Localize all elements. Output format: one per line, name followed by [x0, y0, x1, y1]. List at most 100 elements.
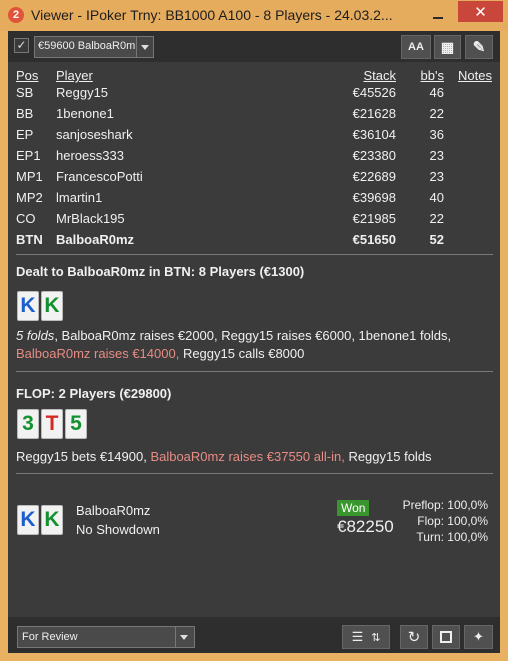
header-pos[interactable]: Pos — [16, 68, 38, 83]
won-amount: €82250 — [337, 517, 394, 536]
select-checkbox[interactable]: ✓ — [14, 38, 29, 53]
table-row[interactable]: SB Reggy15 €45526 46 — [8, 85, 500, 103]
table-row[interactable]: MP2 lmartin1 €39698 40 — [8, 190, 500, 208]
viewer-window: 2 Viewer - IPoker Trny: BB1000 A100 - 8 … — [0, 0, 508, 661]
twitter-icon[interactable]: ✦ — [464, 625, 493, 649]
card-king-clubs: K — [41, 505, 63, 535]
row-stack: €21628 — [352, 106, 396, 121]
row-pos: BB — [16, 106, 34, 121]
row-player: heroess333 — [56, 148, 124, 163]
chevron-down-icon[interactable] — [136, 37, 153, 57]
row-player: MrBlack195 — [56, 211, 125, 226]
row-bbs: 23 — [429, 169, 444, 184]
save-glyph — [440, 631, 452, 643]
edit-icon[interactable]: ✎ — [465, 35, 493, 59]
review-status-dropdown[interactable]: For Review — [17, 626, 195, 648]
row-pos: EP — [16, 127, 34, 142]
top-toolbar: ✓ €59600 BalboaR0m AA ▦ ✎ — [8, 31, 500, 62]
close-button[interactable]: ✕ — [458, 1, 503, 22]
row-player: sanjoseshark — [56, 127, 133, 142]
header-stack[interactable]: Stack — [363, 68, 396, 83]
header-player[interactable]: Player — [56, 68, 93, 83]
table-row[interactable]: BB 1benone1 €21628 22 — [8, 106, 500, 124]
divider — [16, 371, 493, 372]
row-stack: €23380 — [352, 148, 396, 163]
table-row[interactable]: CO MrBlack195 €21985 22 — [8, 211, 500, 229]
table-row[interactable]: EP1 heroess333 €23380 23 — [8, 148, 500, 166]
row-bbs: 36 — [429, 127, 444, 142]
row-player: FrancescoPotti — [56, 169, 143, 184]
flop-title: FLOP: 2 Players (€29800) — [16, 386, 172, 401]
result-cards: K K — [17, 505, 63, 535]
flop-hero-raise: BalboaR0mz raises €37550 all-in, — [150, 449, 345, 464]
grid-icon[interactable]: ▦ — [434, 35, 461, 59]
row-pos: EP1 — [16, 148, 41, 163]
row-bbs: 52 — [429, 232, 444, 247]
flop-board: 3 T 5 — [17, 409, 87, 439]
save-icon[interactable] — [432, 625, 460, 649]
preflop-action-b: Reggy15 calls €8000 — [179, 346, 305, 361]
chevron-down-icon[interactable] — [175, 627, 194, 647]
sort-updown-icon: ⇅ — [371, 631, 381, 644]
header-bbs[interactable]: bb's — [421, 68, 444, 83]
notes-icon: ☰ — [351, 629, 364, 644]
preflop-hero-raise: BalboaR0mz raises €14000, — [16, 346, 180, 361]
row-stack: €22689 — [352, 169, 396, 184]
equity-flop: Flop: 100,0% — [417, 514, 488, 528]
hole-cards: K K — [17, 291, 63, 321]
card-king-clubs: K — [41, 291, 63, 321]
table-row-hero[interactable]: BTN BalboaR0mz €51650 52 — [8, 232, 500, 250]
hand-selector-value: €59600 BalboaR0m — [38, 40, 136, 52]
row-bbs: 40 — [429, 190, 444, 205]
bottom-toolbar: For Review ☰ ⇅ ↻ ✦ — [8, 617, 500, 653]
hand-selector-dropdown[interactable]: €59600 BalboaR0m — [34, 36, 154, 58]
flop-action-b: Reggy15 folds — [344, 449, 432, 464]
table-row[interactable]: MP1 FrancescoPotti €22689 23 — [8, 169, 500, 187]
row-pos: MP2 — [16, 190, 43, 205]
replay-icon[interactable]: ↻ — [400, 625, 428, 649]
row-pos: MP1 — [16, 169, 43, 184]
window-title: Viewer - IPoker Trny: BB1000 A100 - 8 Pl… — [31, 7, 393, 23]
card-king-spades: K — [17, 291, 39, 321]
flop-action: Reggy15 bets €14900, BalboaR0mz raises €… — [16, 448, 492, 466]
minimize-button[interactable] — [425, 3, 451, 25]
row-player: lmartin1 — [56, 190, 103, 205]
row-player: Reggy15 — [56, 85, 109, 100]
result-showdown: No Showdown — [76, 522, 160, 537]
row-pos: CO — [16, 211, 36, 226]
card-king-spades: K — [17, 505, 39, 535]
row-pos: SB — [16, 85, 34, 100]
row-bbs: 22 — [429, 211, 444, 226]
row-stack: €39698 — [352, 190, 396, 205]
row-stack: €21985 — [352, 211, 396, 226]
equity-turn: Turn: 100,0% — [416, 530, 488, 544]
row-bbs: 46 — [429, 85, 444, 100]
row-stack: €36104 — [352, 127, 396, 142]
divider — [16, 254, 493, 255]
viewer-content: ✓ €59600 BalboaR0m AA ▦ ✎ Pos Player Sta… — [8, 31, 500, 653]
row-stack: €45526 — [352, 85, 396, 100]
result-player: BalboaR0mz — [76, 503, 151, 518]
row-pos: BTN — [16, 232, 43, 247]
header-notes[interactable]: Notes — [458, 68, 492, 83]
preflop-title: Dealt to BalboaR0mz in BTN: 8 Players (€… — [16, 264, 305, 279]
title-bar[interactable]: 2 Viewer - IPoker Trny: BB1000 A100 - 8 … — [0, 0, 508, 31]
notes-order-button[interactable]: ☰ ⇅ — [342, 625, 390, 649]
table-row[interactable]: EP sanjoseshark €36104 36 — [8, 127, 500, 145]
flop-action-a: Reggy15 bets €14900, — [16, 449, 151, 464]
font-size-button[interactable]: AA — [401, 35, 431, 59]
card-five-clubs: 5 — [65, 409, 87, 439]
divider — [16, 473, 493, 474]
card-ten-hearts: T — [41, 409, 63, 439]
preflop-folds: 5 folds — [16, 328, 55, 343]
row-player: BalboaR0mz — [56, 232, 135, 247]
preflop-action: 5 folds, BalboaR0mz raises €2000, Reggy1… — [16, 327, 492, 363]
card-three-clubs: 3 — [17, 409, 39, 439]
row-bbs: 22 — [429, 106, 444, 121]
equity-preflop: Preflop: 100,0% — [402, 498, 488, 512]
row-stack: €51650 — [352, 232, 396, 247]
app-icon: 2 — [8, 7, 24, 23]
preflop-action-a: , BalboaR0mz raises €2000, Reggy15 raise… — [54, 328, 452, 343]
row-bbs: 23 — [429, 148, 444, 163]
review-status-value: For Review — [22, 631, 78, 643]
